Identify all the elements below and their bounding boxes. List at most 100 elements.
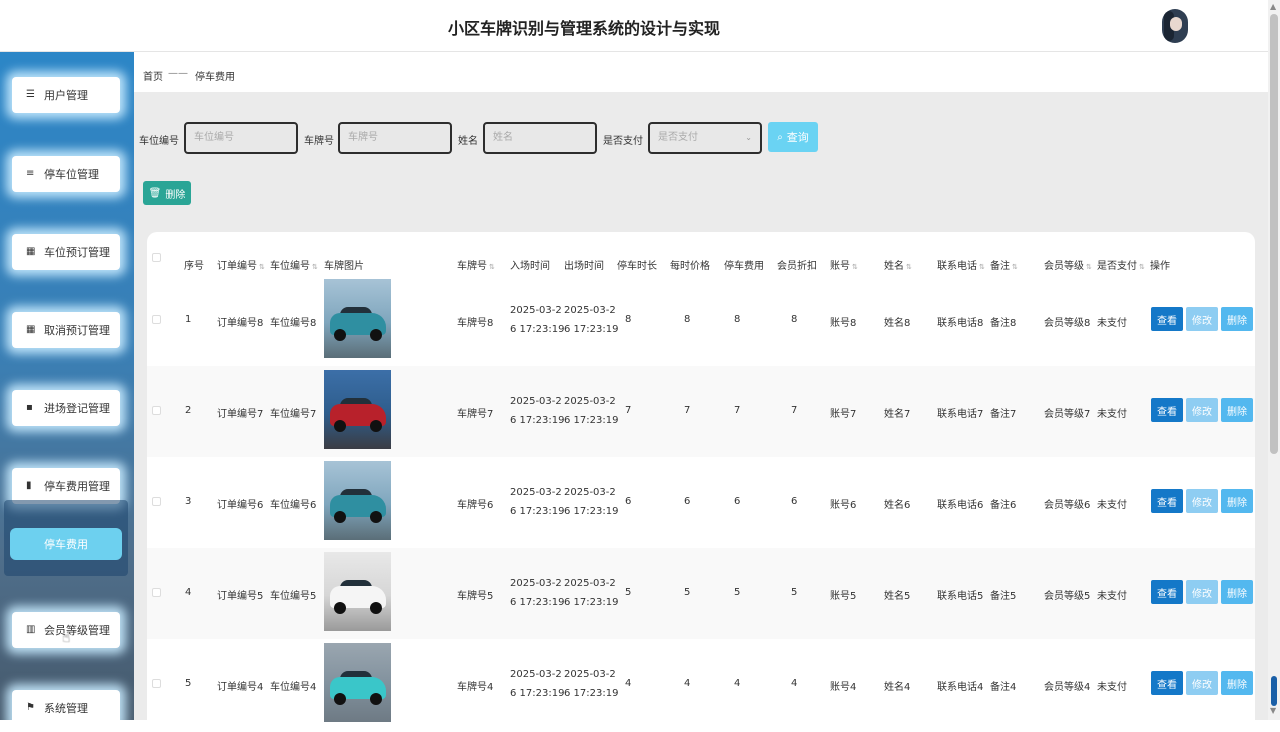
row-checkbox[interactable] xyxy=(152,679,161,688)
delete-button[interactable]: 删除 xyxy=(1221,398,1253,422)
car-wheel-shape xyxy=(334,693,346,705)
row-checkbox[interactable] xyxy=(152,406,161,415)
car-plate-image[interactable] xyxy=(324,279,391,358)
view-button[interactable]: 查看 xyxy=(1151,671,1183,695)
name-filter-input[interactable]: 姓名 xyxy=(483,122,597,154)
sidebar-item-users[interactable]: ☰ 用户管理 xyxy=(12,77,120,113)
col-header-name[interactable]: 姓名 ⇅ xyxy=(884,257,912,272)
cell-account: 账号4 xyxy=(830,682,857,693)
select-all-checkbox[interactable] xyxy=(152,253,161,262)
view-button[interactable]: 查看 xyxy=(1151,398,1183,422)
sidebar-item-label: 车位预订管理 xyxy=(44,246,110,259)
sidebar-item-label: 停车费用管理 xyxy=(44,480,110,493)
col-header-level[interactable]: 会员等级 ⇅ xyxy=(1044,257,1092,272)
cell-fee: 4 xyxy=(734,678,741,689)
date-line: 2025-03-2 xyxy=(510,396,562,407)
cell-plate: 车牌号8 xyxy=(457,318,494,329)
row-checkbox[interactable] xyxy=(152,315,161,324)
date-line: 2025-03-2 xyxy=(510,669,562,680)
plate-filter-label: 车牌号 xyxy=(304,136,334,147)
view-button[interactable]: 查看 xyxy=(1151,489,1183,513)
table-row[interactable]: 1 订单编号8 车位编号8 车牌号8 8 8 8 8 账号8 姓名8 联系电话8 备注8 会员等级8 未支… xyxy=(147,275,1255,366)
col-header-account[interactable]: 账号 ⇅ xyxy=(830,257,858,272)
flag-icon: ⚑ xyxy=(26,702,35,713)
plate-filter-input[interactable]: 车牌号 xyxy=(338,122,452,154)
paid-filter-placeholder: 是否支付 xyxy=(658,132,698,143)
cell-account: 账号6 xyxy=(830,500,857,511)
sidebar-subitem-parking-fee[interactable]: 停车费用 xyxy=(10,528,122,560)
edit-button[interactable]: 修改 xyxy=(1186,489,1218,513)
cell-index: 3 xyxy=(185,496,192,507)
delete-button[interactable]: 删除 xyxy=(1221,580,1253,604)
cell-paid: 未支付 xyxy=(1097,682,1127,693)
scroll-up-icon[interactable]: ▲ xyxy=(1270,2,1276,11)
scroll-down-icon[interactable]: ▼ xyxy=(1270,706,1276,715)
row-checkbox[interactable] xyxy=(152,588,161,597)
avatar[interactable] xyxy=(1162,9,1188,43)
edit-button[interactable]: 修改 xyxy=(1186,671,1218,695)
cell-price: 7 xyxy=(684,405,691,416)
sort-icon: ⇅ xyxy=(259,263,265,271)
view-button[interactable]: 查看 xyxy=(1151,307,1183,331)
car-plate-image[interactable] xyxy=(324,552,391,631)
sidebar-item-label: 进场登记管理 xyxy=(44,402,110,415)
delete-button[interactable]: 删除 xyxy=(1221,671,1253,695)
car-plate-image[interactable] xyxy=(324,461,391,540)
cell-duration: 4 xyxy=(625,678,632,689)
cell-order: 订单编号6 xyxy=(217,500,264,511)
cell-note: 备注8 xyxy=(990,318,1017,329)
cell-order: 订单编号4 xyxy=(217,682,264,693)
cell-exit-time: 2025-03-2 6 17:23:19 xyxy=(564,301,618,339)
sidebar: ☰ 用户管理 ≡ 停车位管理 ▦ 车位预订管理 ▦ 取消预订管理 ▪ 进场登记管理 ▮ 停车… xyxy=(0,52,134,720)
sidebar-item-fee-management[interactable]: ▮ 停车费用管理 xyxy=(12,468,120,504)
spot-filter-input[interactable]: 车位编号 xyxy=(184,122,298,154)
name-filter-label: 姓名 xyxy=(458,136,478,147)
cell-spot: 车位编号7 xyxy=(270,409,317,420)
bulk-delete-label: 删除 xyxy=(165,189,186,201)
col-header-paid[interactable]: 是否支付 ⇅ xyxy=(1097,257,1145,272)
time-line: 6 17:23:19 xyxy=(510,324,565,335)
breadcrumb-home[interactable]: 首页 xyxy=(143,68,163,83)
edit-button[interactable]: 修改 xyxy=(1186,398,1218,422)
delete-button[interactable]: 删除 xyxy=(1221,307,1253,331)
time-line: 6 17:23:19 xyxy=(510,506,565,517)
col-header-phone[interactable]: 联系电话 ⇅ xyxy=(937,257,985,272)
row-checkbox[interactable] xyxy=(152,497,161,506)
cell-entry-time: 2025-03-2 6 17:23:19 xyxy=(510,483,564,521)
car-wheel-shape xyxy=(370,329,382,341)
cell-plate: 车牌号4 xyxy=(457,682,494,693)
cell-phone: 联系电话4 xyxy=(937,682,984,693)
table-row[interactable]: 3 订单编号6 车位编号6 车牌号6 6 6 6 6 账号6 姓名6 联系电话6 备注6 会员等级6 未支… xyxy=(147,457,1255,548)
view-button[interactable]: 查看 xyxy=(1151,580,1183,604)
col-header-spot[interactable]: 车位编号 ⇅ xyxy=(270,257,318,272)
edit-button[interactable]: 修改 xyxy=(1186,580,1218,604)
search-button[interactable]: ⌕ 查询 xyxy=(768,122,818,152)
scroll-indicator xyxy=(1271,676,1277,706)
car-plate-image[interactable] xyxy=(324,643,391,722)
sidebar-item-system[interactable]: ⚑ 系统管理 xyxy=(12,690,120,720)
delete-button[interactable]: 删除 xyxy=(1221,489,1253,513)
paid-filter-select[interactable]: 是否支付 ⌄ xyxy=(648,122,762,154)
table-row[interactable]: 5 订单编号4 车位编号4 车牌号4 4 4 4 4 账号4 姓名4 联系电话4 备注4 会员等级4 未支… xyxy=(147,639,1255,730)
cell-discount: 6 xyxy=(791,496,798,507)
col-header-note[interactable]: 备注 ⇅ xyxy=(990,257,1018,272)
bulk-delete-button[interactable]: 🗑 删除 xyxy=(143,181,191,205)
col-header-order[interactable]: 订单编号 ⇅ xyxy=(217,257,265,272)
sidebar-item-entry-registration[interactable]: ▪ 进场登记管理 xyxy=(12,390,120,426)
cell-level: 会员等级7 xyxy=(1044,409,1091,420)
cell-fee: 7 xyxy=(734,405,741,416)
col-header-plate[interactable]: 车牌号 ⇅ xyxy=(457,257,495,272)
sidebar-item-label: 用户管理 xyxy=(44,89,88,102)
scrollbar-thumb[interactable] xyxy=(1270,14,1278,454)
sidebar-item-parking-spots[interactable]: ≡ 停车位管理 xyxy=(12,156,120,192)
sidebar-item-reservations[interactable]: ▦ 车位预订管理 xyxy=(12,234,120,270)
date-line: 2025-03-2 xyxy=(564,487,616,498)
table-row[interactable]: 4 订单编号5 车位编号5 车牌号5 5 5 5 5 账号5 姓名5 联系电话5 备注5 会员等级5 未支… xyxy=(147,548,1255,639)
edit-button[interactable]: 修改 xyxy=(1186,307,1218,331)
cell-account: 账号8 xyxy=(830,318,857,329)
sidebar-item-cancellations[interactable]: ▦ 取消预订管理 xyxy=(12,312,120,348)
col-header-label: 是否支付 xyxy=(1097,261,1137,272)
table-row[interactable]: 2 订单编号7 车位编号7 车牌号7 7 7 7 7 账号7 姓名7 联系电话7 备注7 会员等级7 未支… xyxy=(147,366,1255,457)
car-plate-image[interactable] xyxy=(324,370,391,449)
sidebar-item-label: 系统管理 xyxy=(44,702,88,715)
